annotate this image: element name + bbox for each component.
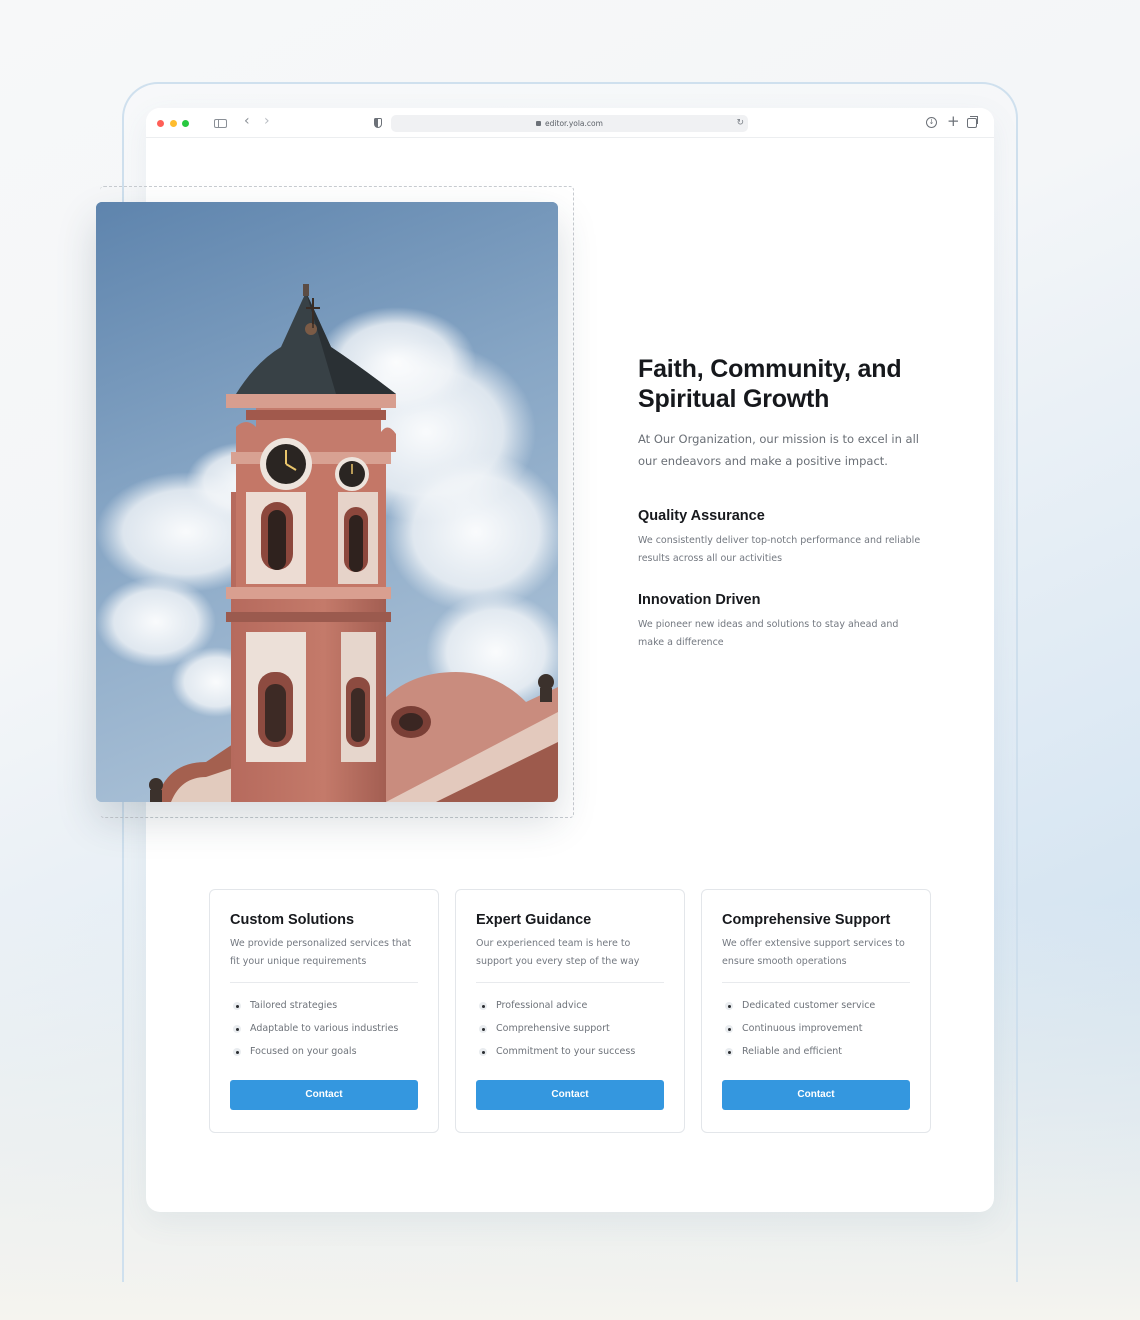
page-title: Faith, Community, and Spiritual Growth (638, 355, 902, 413)
bullet-icon (479, 1048, 487, 1056)
card-divider (230, 982, 418, 983)
bullet-icon (233, 1025, 241, 1033)
list-item-text: Commitment to your success (496, 1046, 636, 1057)
feature-description: We pioneer new ideas and solutions to st… (638, 619, 899, 648)
list-item-text: Reliable and efficient (742, 1046, 843, 1057)
zoom-dot[interactable] (182, 120, 189, 127)
list-item-text: Tailored strategies (250, 1000, 338, 1011)
card-divider (722, 982, 910, 983)
address-bar[interactable]: editor.yola.com ↻ (391, 115, 748, 132)
minimize-dot[interactable] (170, 120, 177, 127)
card-feature-list: Tailored strategies Adaptable to various… (230, 999, 418, 1068)
card-title: Comprehensive Support (722, 912, 891, 928)
contact-button[interactable]: Contact (230, 1080, 418, 1110)
church-tower-image[interactable] (96, 202, 558, 802)
list-item-text: Professional advice (496, 1000, 588, 1011)
bullet-icon (725, 1002, 733, 1010)
list-item: Reliable and efficient (722, 1045, 910, 1068)
list-item: Professional advice (476, 999, 664, 1022)
card-description: Our experienced team is here to support … (476, 938, 640, 967)
bullet-icon (233, 1002, 241, 1010)
list-item-text: Dedicated customer service (742, 1000, 876, 1011)
url-text: editor.yola.com (545, 119, 603, 128)
list-item: Continuous improvement (722, 1022, 910, 1045)
card-divider (476, 982, 664, 983)
card-title: Expert Guidance (476, 912, 592, 928)
list-item: Tailored strategies (230, 999, 418, 1022)
bullet-icon (479, 1025, 487, 1033)
tabs-icon[interactable] (967, 116, 978, 128)
contact-button[interactable]: Contact (476, 1080, 664, 1110)
list-item-text: Continuous improvement (742, 1023, 863, 1034)
reload-icon[interactable]: ↻ (736, 115, 744, 132)
plus-icon[interactable]: + (947, 114, 960, 129)
bullet-icon (479, 1002, 487, 1010)
list-item-text: Comprehensive support (496, 1023, 610, 1034)
card-comprehensive-support: Comprehensive Support We offer extensive… (701, 889, 931, 1133)
contact-button[interactable]: Contact (722, 1080, 910, 1110)
list-item: Commitment to your success (476, 1045, 664, 1068)
feature-innovation-driven: Innovation Driven We pioneer new ideas a… (638, 592, 938, 652)
card-title: Custom Solutions (230, 912, 355, 928)
list-item-text: Focused on your goals (250, 1046, 357, 1057)
bullet-icon (725, 1025, 733, 1033)
list-item-text: Adaptable to various industries (250, 1023, 399, 1034)
card-expert-guidance: Expert Guidance Our experienced team is … (455, 889, 685, 1133)
download-icon[interactable]: ↓ (926, 117, 937, 128)
list-item: Focused on your goals (230, 1045, 418, 1068)
hero-lead: At Our Organization, our mission is to e… (638, 432, 919, 468)
feature-description: We consistently deliver top-notch perfor… (638, 535, 921, 564)
hero-text: Faith, Community, and Spiritual Growth A… (638, 354, 938, 652)
bullet-icon (725, 1048, 733, 1056)
browser-toolbar: ‹ › editor.yola.com ↻ ↓ + (146, 108, 994, 138)
feature-title: Innovation Driven (638, 592, 761, 608)
list-item: Comprehensive support (476, 1022, 664, 1045)
card-description: We offer extensive support services to e… (722, 938, 905, 967)
back-icon[interactable]: ‹ (244, 114, 250, 128)
lock-icon (536, 121, 542, 126)
shield-icon[interactable] (374, 118, 382, 128)
card-feature-list: Professional advice Comprehensive suppor… (476, 999, 664, 1068)
bullet-icon (233, 1048, 241, 1056)
list-item: Adaptable to various industries (230, 1022, 418, 1045)
list-item: Dedicated customer service (722, 999, 910, 1022)
sidebar-icon[interactable] (214, 119, 227, 128)
feature-quality-assurance: Quality Assurance We consistently delive… (638, 508, 938, 568)
card-description: We provide personalized services that fi… (230, 938, 412, 967)
close-dot[interactable] (157, 120, 164, 127)
card-feature-list: Dedicated customer service Continuous im… (722, 999, 910, 1068)
card-custom-solutions: Custom Solutions We provide personalized… (209, 889, 439, 1133)
feature-title: Quality Assurance (638, 508, 765, 524)
forward-icon[interactable]: › (264, 114, 270, 128)
